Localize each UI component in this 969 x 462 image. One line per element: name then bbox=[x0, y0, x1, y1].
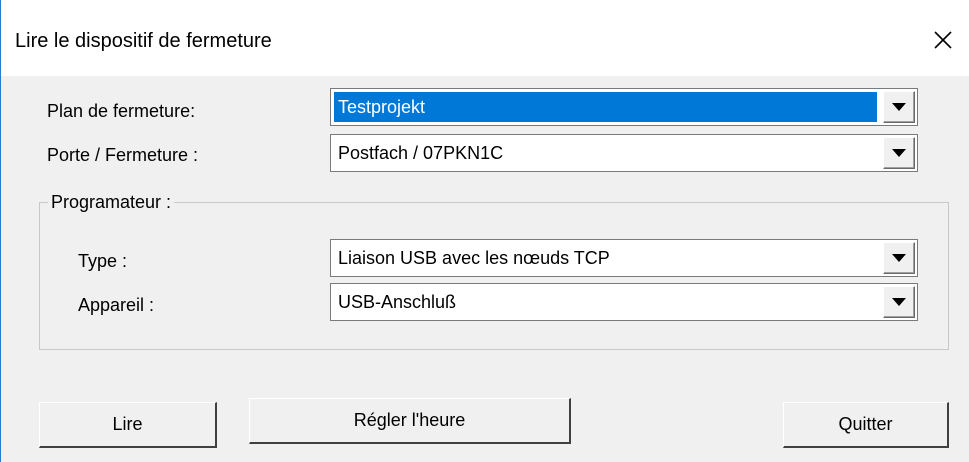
close-icon bbox=[934, 31, 952, 49]
plan-label: Plan de fermeture: bbox=[47, 101, 196, 121]
device-combobox[interactable]: USB-Anschluß bbox=[330, 283, 918, 321]
chevron-down-icon bbox=[892, 253, 906, 262]
device-value: USB-Anschluß bbox=[338, 292, 457, 312]
dialog-window: Lire le dispositif de fermeture Plan de … bbox=[0, 0, 969, 462]
set-time-button[interactable]: Régler l'heure bbox=[249, 398, 571, 444]
device-label: Appareil : bbox=[78, 295, 155, 315]
door-combobox[interactable]: Postfach / 07PKN1C bbox=[330, 134, 918, 172]
type-value: Liaison USB avec les nœuds TCP bbox=[338, 248, 610, 268]
window-title: Lire le dispositif de fermeture bbox=[15, 30, 272, 52]
quit-button[interactable]: Quitter bbox=[783, 402, 949, 448]
programmer-legend: Programateur : bbox=[48, 190, 175, 214]
plan-dropdown-button[interactable] bbox=[883, 91, 915, 123]
type-dropdown-button[interactable] bbox=[883, 242, 915, 274]
door-dropdown-button[interactable] bbox=[883, 137, 915, 169]
type-combobox[interactable]: Liaison USB avec les nœuds TCP bbox=[330, 239, 918, 277]
close-button[interactable] bbox=[923, 22, 963, 58]
read-button[interactable]: Lire bbox=[39, 402, 217, 448]
plan-combobox[interactable]: Testprojekt bbox=[330, 88, 918, 126]
chevron-down-icon bbox=[892, 102, 906, 111]
plan-value: Testprojekt bbox=[334, 92, 877, 122]
door-label: Porte / Fermeture : bbox=[47, 145, 199, 165]
device-dropdown-button[interactable] bbox=[883, 286, 915, 318]
type-label: Type : bbox=[78, 251, 128, 271]
chevron-down-icon bbox=[892, 297, 906, 306]
title-bar: Lire le dispositif de fermeture bbox=[1, 0, 969, 76]
door-value: Postfach / 07PKN1C bbox=[338, 143, 504, 163]
chevron-down-icon bbox=[892, 148, 906, 157]
